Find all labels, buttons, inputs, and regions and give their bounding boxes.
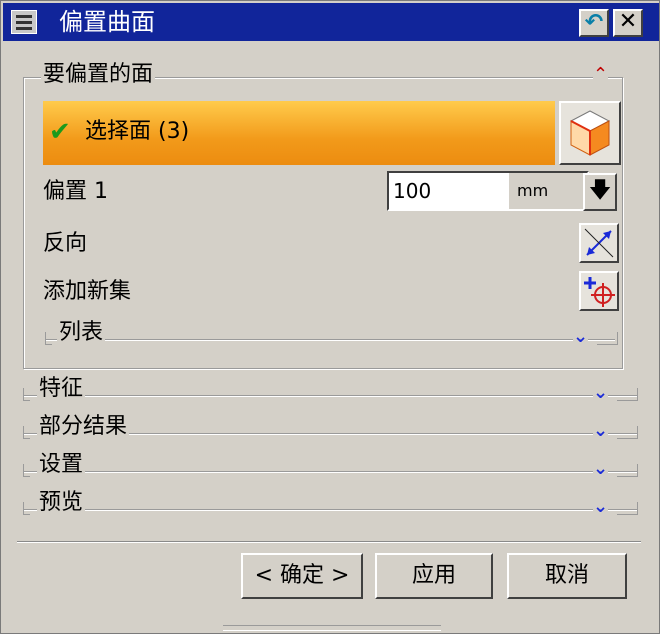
reverse-direction-label: 反向 [43,231,88,256]
section-label: 预览 [37,489,86,517]
footer-separator [17,541,641,543]
expand-chevron-down-icon[interactable]: ⌄ [593,497,609,517]
section-label: 特征 [37,375,86,403]
faces-to-offset-label: 要偏置的面 [41,61,156,89]
ok-button[interactable]: < 确定 > [241,553,363,599]
offset-surface-dialog: 偏置曲面 ↶ ✕ 要偏置的面 ⌃ ✔ 选择面 (3) 偏置 1 mm 🡇 反向 … [0,0,660,634]
unit-dropdown-arrow-icon[interactable]: 🡇 [583,173,617,211]
add-set-icon [584,277,615,307]
collapse-chevron-up-icon[interactable]: ⌃ [593,65,609,85]
expand-chevron-down-icon[interactable]: ⌄ [593,421,609,441]
offset-unit: mm [509,171,589,211]
close-icon[interactable]: ✕ [613,9,643,37]
list-divider [45,339,615,341]
expand-chevron-down-icon[interactable]: ⌄ [593,383,609,403]
add-new-set-button[interactable] [579,271,619,311]
reverse-direction-button[interactable] [579,223,619,263]
checkmark-icon: ✔ [49,117,71,147]
resize-grip[interactable] [223,625,441,631]
back-arrow-icon[interactable]: ↶ [579,9,609,37]
expand-chevron-down-icon[interactable]: ⌄ [573,327,589,347]
dialog-title: 偏置曲面 [59,8,155,36]
dialog-menu-icon[interactable] [11,10,37,34]
face-selector-cube-button[interactable] [559,101,621,165]
expand-chevron-down-icon[interactable]: ⌄ [593,459,609,479]
add-new-set-label: 添加新集 [43,279,132,304]
apply-button[interactable]: 应用 [375,553,493,599]
offset-value-input[interactable] [387,171,511,211]
reverse-direction-icon [584,228,614,258]
offset-label: 偏置 1 [43,179,108,204]
title-bar[interactable]: 偏置曲面 ↶ ✕ [3,3,659,41]
select-face-label: 选择面 (3) [85,119,190,144]
section-label: 设置 [37,451,86,479]
list-section-label[interactable]: 列表 [57,319,106,347]
section-label: 部分结果 [37,413,130,441]
cancel-button[interactable]: 取消 [507,553,627,599]
cube-icon [569,110,611,156]
